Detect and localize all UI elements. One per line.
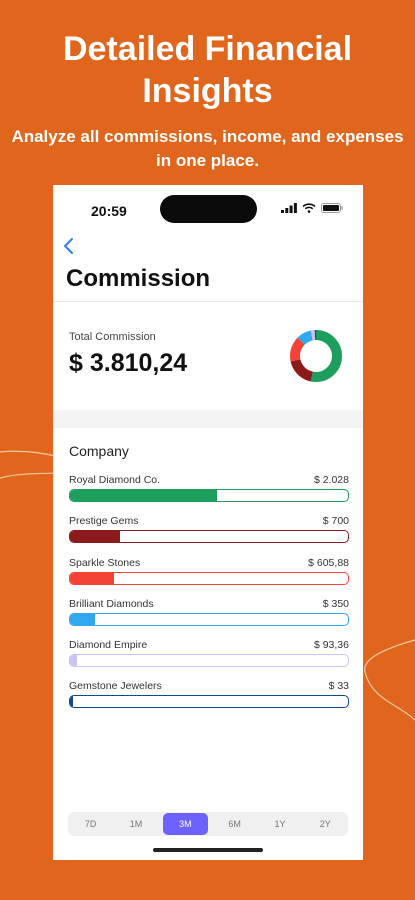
- tab-1m[interactable]: 1M: [113, 812, 158, 836]
- donut-segment: [310, 330, 342, 382]
- company-progress-bar: [69, 654, 349, 668]
- company-amount: $ 700: [322, 515, 349, 528]
- company-name: Brilliant Diamonds: [69, 597, 154, 610]
- company-name: Sparkle Stones: [69, 556, 141, 569]
- company-amount: $ 93,36: [313, 639, 349, 652]
- tab-2y[interactable]: 2Y: [303, 812, 348, 836]
- chevron-left-icon[interactable]: [59, 235, 81, 257]
- status-bar: 20:59: [53, 185, 363, 237]
- company-progress-fill: [70, 696, 73, 708]
- tab-6m[interactable]: 6M: [212, 812, 257, 836]
- commission-donut-chart: [290, 330, 342, 382]
- section-divider: [53, 410, 363, 428]
- tab-3m[interactable]: 3M: [162, 813, 208, 835]
- donut-segment: [297, 330, 314, 345]
- company-row[interactable]: Gemstone Jewelers $ 33: [69, 680, 349, 721]
- company-row[interactable]: Prestige Gems $ 700: [69, 515, 349, 556]
- tab-1y[interactable]: 1Y: [257, 812, 302, 836]
- company-row[interactable]: Sparkle Stones $ 605,88: [69, 557, 349, 598]
- company-amount: $ 33: [328, 680, 349, 693]
- company-progress-fill: [70, 531, 121, 543]
- company-name: Prestige Gems: [69, 515, 139, 528]
- page-title: Commission: [66, 265, 211, 292]
- company-progress-bar: [69, 571, 349, 585]
- company-progress-bar: [69, 489, 349, 502]
- total-commission-value: $ 3.810,24: [69, 349, 188, 377]
- company-list: Royal Diamond Co. $ 2.028 Prestige Gems $ 7…: [69, 474, 349, 722]
- company-progress-fill: [70, 490, 218, 501]
- total-commission-label: Total Commission: [69, 331, 156, 343]
- company-row[interactable]: Diamond Empire $ 93,36: [69, 639, 349, 680]
- signal-icon: [281, 203, 297, 213]
- company-progress-bar: [69, 695, 349, 709]
- tab-7d[interactable]: 7D: [68, 812, 113, 836]
- donut-segment: [290, 359, 314, 382]
- company-name: Diamond Empire: [69, 639, 148, 652]
- company-progress-bar: [69, 612, 349, 626]
- company-amount: $ 2.028: [313, 474, 349, 486]
- donut-segment: [290, 337, 305, 362]
- company-amount: $ 605,88: [308, 556, 349, 569]
- battery-icon: [321, 203, 343, 213]
- company-row[interactable]: Brilliant Diamonds $ 350: [69, 598, 349, 639]
- home-indicator: [153, 848, 263, 852]
- promo-subline: Analyze all commissions, income, and exp…: [11, 127, 404, 170]
- company-progress-bar: [69, 530, 349, 544]
- period-segmented-control: 7D 1M 3M 6M 1Y 2Y: [68, 812, 348, 836]
- company-progress-fill: [70, 655, 77, 667]
- company-progress-fill: [70, 613, 96, 625]
- wifi-icon: [302, 203, 316, 213]
- company-row[interactable]: Royal Diamond Co. $ 2.028: [69, 474, 349, 515]
- company-name: Royal Diamond Co.: [69, 474, 161, 486]
- company-amount: $ 350: [322, 597, 349, 610]
- promo-headline: Detailed Financial Insights: [62, 30, 353, 110]
- company-section-title: Company: [69, 443, 129, 459]
- company-progress-fill: [70, 572, 115, 584]
- header-divider: [53, 301, 363, 302]
- dynamic-island: [160, 195, 257, 223]
- status-time: 20:59: [91, 203, 127, 219]
- company-name: Gemstone Jewelers: [69, 680, 162, 693]
- phone-screen: 20:59 Commission Total Commission $ 3.81…: [53, 185, 363, 860]
